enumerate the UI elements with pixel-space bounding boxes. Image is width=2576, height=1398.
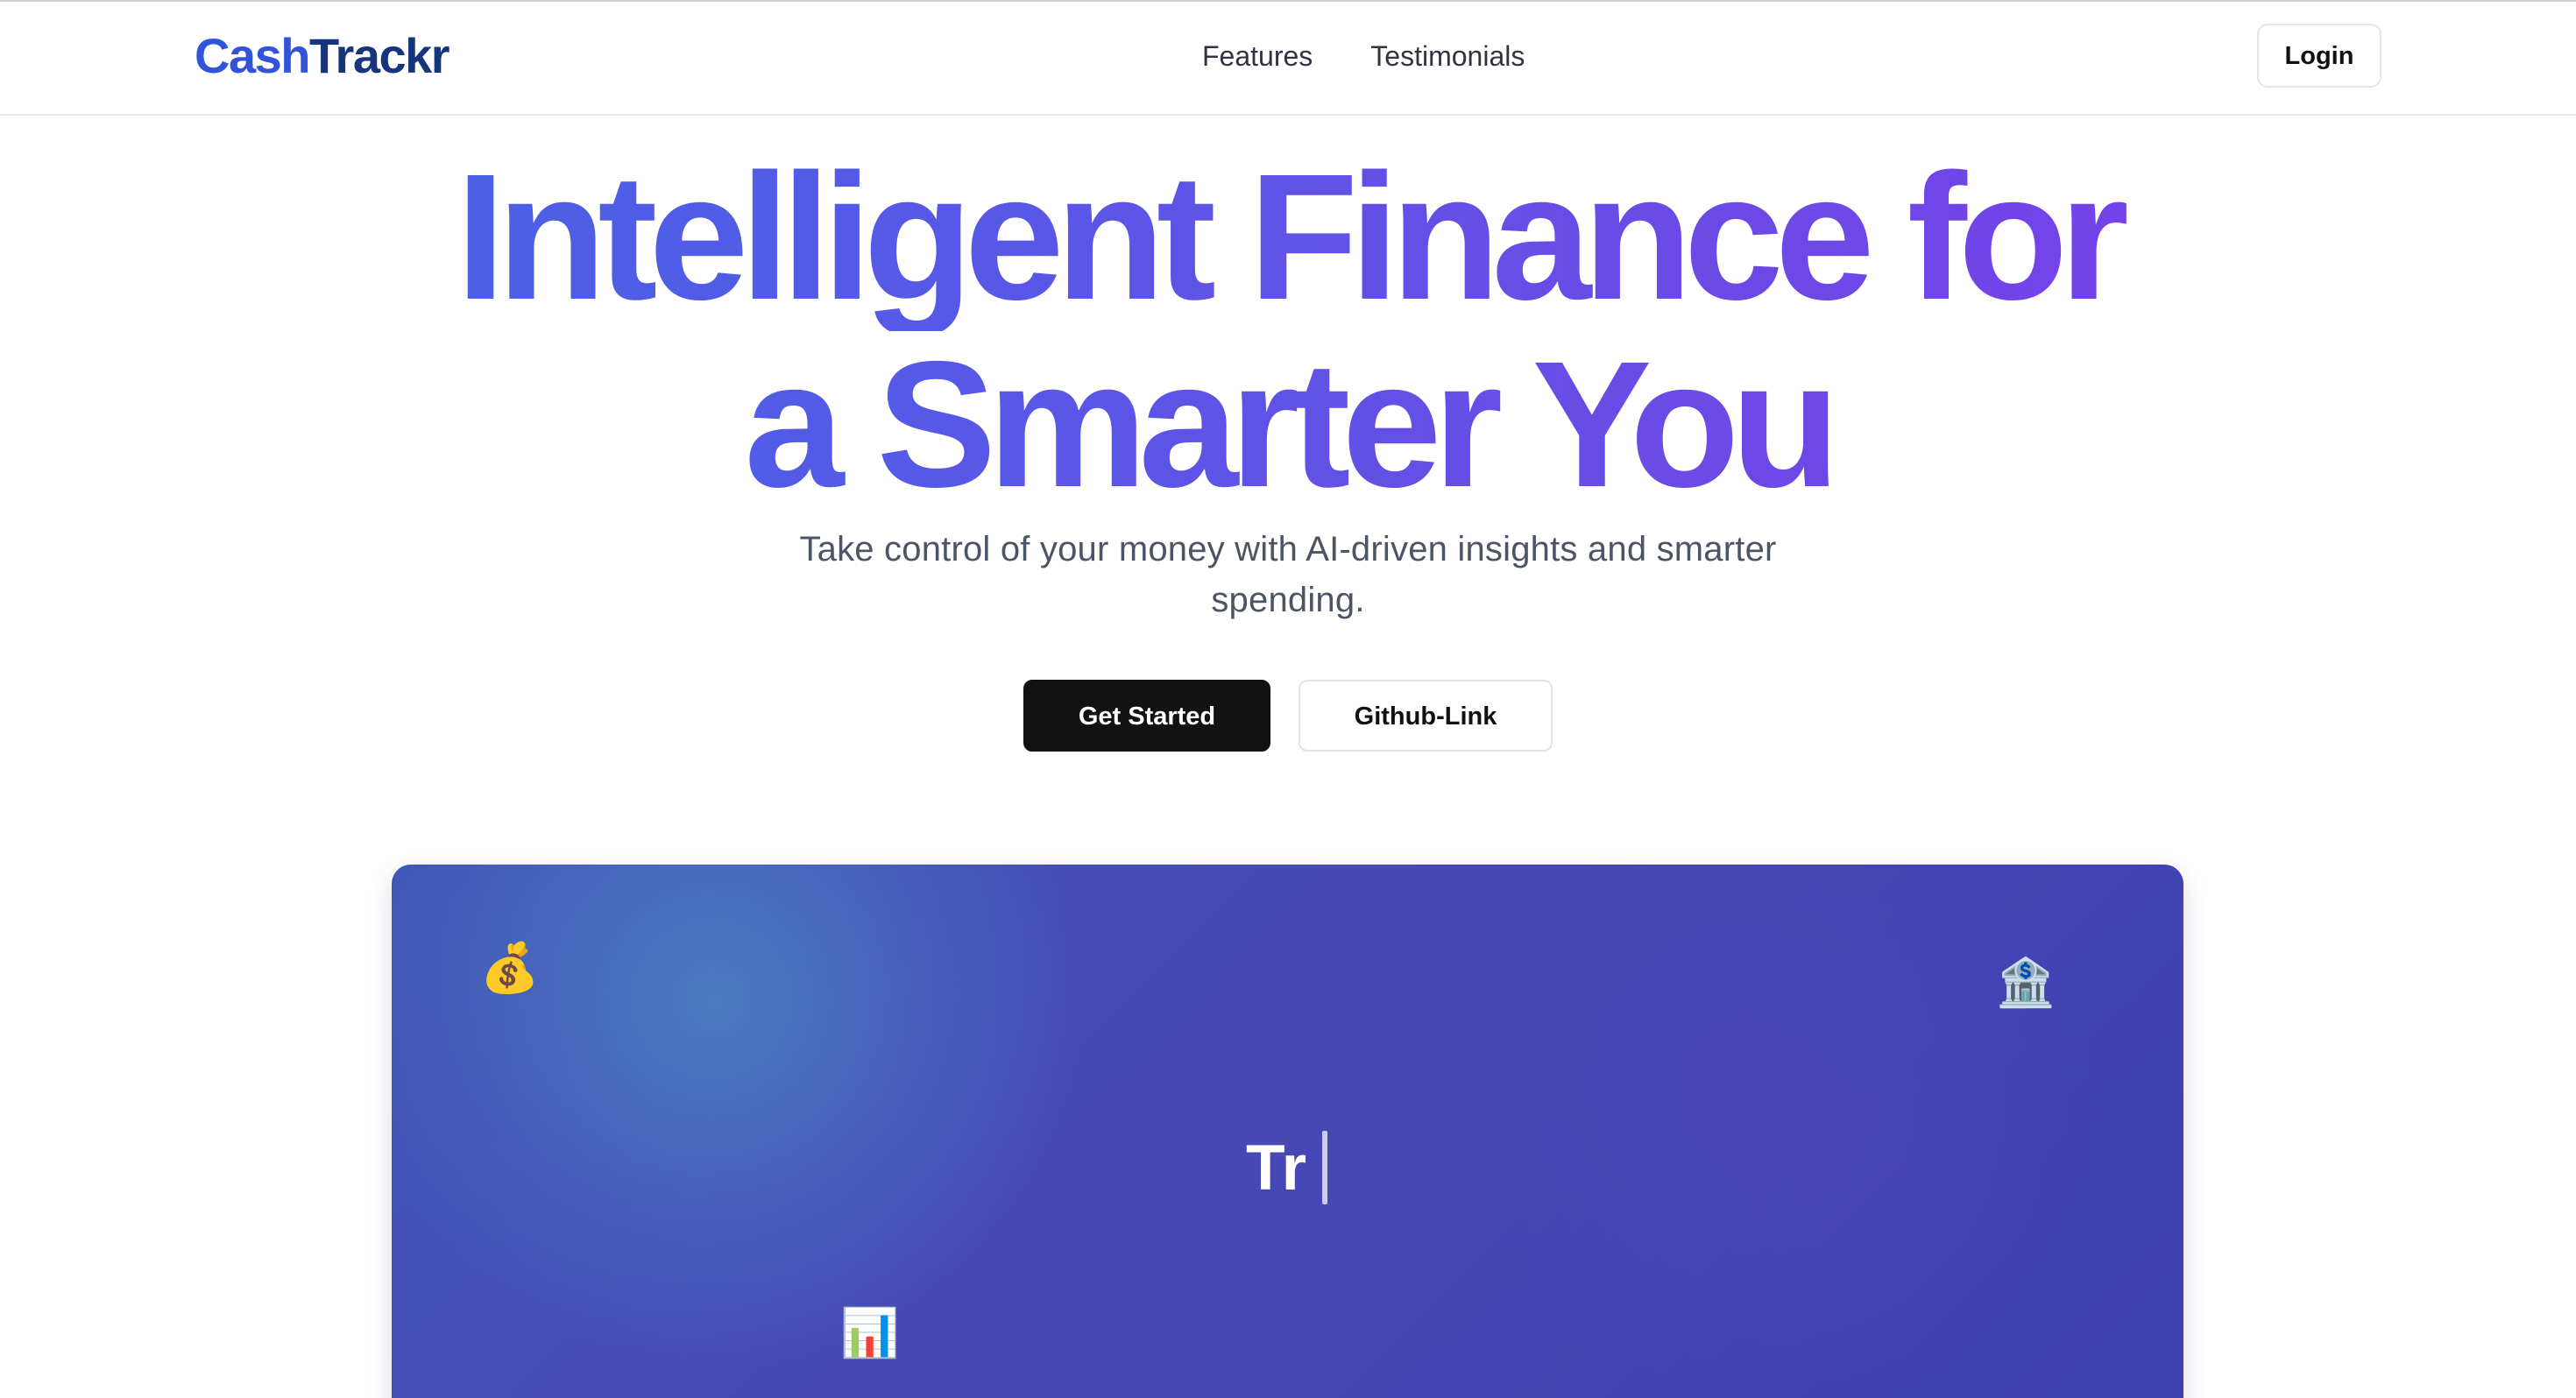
nav-testimonials-link[interactable]: Testimonials xyxy=(1370,37,1525,75)
get-started-button[interactable]: Get Started xyxy=(1023,680,1270,752)
logo-trackr-text: Trackr xyxy=(308,28,450,83)
github-link-button[interactable]: Github-Link xyxy=(1299,680,1553,752)
typing-cursor-icon xyxy=(1321,1131,1327,1204)
cashtrackr-logo[interactable]: CashTrackr xyxy=(195,26,450,86)
money-bag-icon: 💰 xyxy=(478,940,541,998)
hero-title: Intelligent Finance for a Smarter You xyxy=(0,144,2576,519)
hero-actions: Get Started Github-Link xyxy=(1023,680,1553,752)
bank-icon: 🏦 xyxy=(1996,957,2056,1009)
nav-features-link[interactable]: Features xyxy=(1202,37,1313,75)
logo-cash-text: Cash xyxy=(195,28,310,83)
typing-animation-text: Tr xyxy=(1246,1131,1327,1204)
typing-text: Tr xyxy=(1246,1132,1306,1204)
landing-page: CashTrackr Features Testimonials Login I… xyxy=(0,0,2576,1398)
hero-subtitle: Take control of your money with AI-drive… xyxy=(799,530,1777,619)
main-navigation: Features Testimonials xyxy=(1202,37,1525,75)
hero-preview-banner: 💰 🏦 📊 Tr xyxy=(392,865,2183,1398)
hero-title-line-1: Intelligent Finance for xyxy=(0,144,2576,331)
bar-chart-icon: 📊 xyxy=(840,1307,900,1359)
site-header: CashTrackr Features Testimonials Login xyxy=(0,2,2576,116)
login-button[interactable]: Login xyxy=(2257,24,2381,88)
hero-title-line-2: a Smarter You xyxy=(0,331,2576,519)
